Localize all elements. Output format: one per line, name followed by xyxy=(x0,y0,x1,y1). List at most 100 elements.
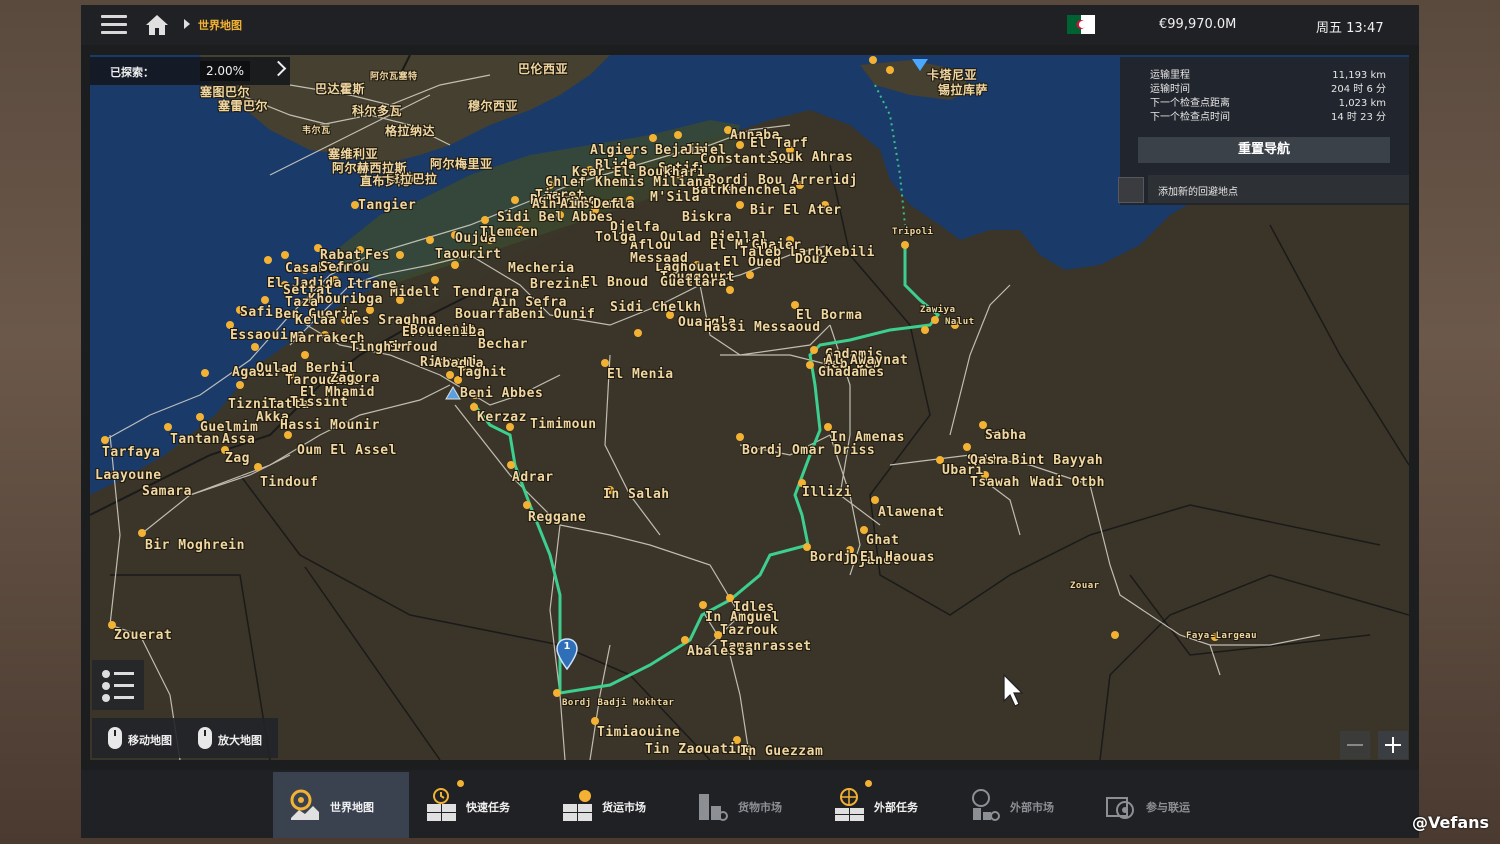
game-clock: 周五 13:47 xyxy=(1316,21,1384,36)
menu-icon[interactable] xyxy=(101,15,127,35)
move-map-hint: 移动地图 xyxy=(128,734,172,747)
city-label: Khenchela xyxy=(722,183,797,198)
city-label: Messaad xyxy=(630,251,689,266)
tab-label: 外部任务 xyxy=(874,801,918,814)
city-label: Khemis Miliana xyxy=(595,175,712,190)
city-label: Algiers xyxy=(590,143,649,158)
map-legend-button[interactable] xyxy=(92,660,144,710)
zoom-out-button[interactable] xyxy=(1340,731,1370,759)
city-label: Timimoun xyxy=(530,417,597,432)
tab-external-jobs[interactable]: 外部任务 xyxy=(817,772,953,838)
city-label: 巴达霍斯 xyxy=(315,82,366,96)
route-time-label: 运输时间 xyxy=(1150,84,1190,95)
explored-panel: 已探索： 2.00% xyxy=(90,57,290,85)
explored-label: 已探索： xyxy=(110,66,154,79)
tab-label: 世界地图 xyxy=(330,801,374,814)
tab-label: 货运市场 xyxy=(602,801,646,814)
city-label: Ghat xyxy=(866,533,900,548)
tab-freight-market[interactable]: 货运市场 xyxy=(545,772,681,838)
city-label: Itrane xyxy=(347,277,397,292)
city-label: Wadi Otbh xyxy=(1030,475,1105,490)
city-label: Taza xyxy=(285,295,319,310)
top-bar: 世界地图 €99,970.0M 周五 13:47 xyxy=(81,5,1419,45)
city-label: Sefrou xyxy=(320,260,370,275)
route-time-value: 204 时 6 分 xyxy=(1331,84,1386,95)
city-label: Tinghir xyxy=(350,340,409,355)
cargo-market-icon xyxy=(699,794,728,821)
city-label: Kebili xyxy=(825,245,875,260)
city-label: Tantan xyxy=(170,432,220,447)
city-label: Adrar xyxy=(512,470,554,485)
convoy-icon xyxy=(1106,797,1134,819)
freight-market-icon xyxy=(563,790,592,821)
city-label: Taghit xyxy=(457,365,507,380)
add-avoid-checkbox[interactable] xyxy=(1118,177,1144,203)
tab-convoy[interactable]: 参与联运 xyxy=(1089,772,1225,838)
next-checkpoint-time-value: 14 时 23 分 xyxy=(1331,112,1386,123)
city-label: Tlemcen xyxy=(480,225,539,240)
city-label: Bordj El Haouas xyxy=(810,550,935,565)
city-label: Beni Ounif xyxy=(512,307,596,322)
city-label: Beni Abbes xyxy=(460,386,544,401)
list-icon xyxy=(102,670,134,702)
add-avoid-label: 添加新的回避地点 xyxy=(1158,187,1238,198)
city-label: 阿尔赫西拉斯 xyxy=(332,161,408,175)
city-label: 阿尔瓦塞特 xyxy=(370,72,418,82)
city-label: 锡拉库萨 xyxy=(938,83,989,97)
route-distance-row: 运输里程 11,193 km xyxy=(1150,69,1386,83)
city-label: Tangier xyxy=(358,198,417,213)
city-label: Bordj Omar Driss xyxy=(742,443,876,458)
home-icon[interactable] xyxy=(145,14,169,36)
city-label: Laayoune xyxy=(95,468,162,483)
city-label: Ain Defla xyxy=(560,197,635,212)
city-label: Reggane xyxy=(528,510,587,525)
mouse-drag-icon xyxy=(108,727,122,749)
city-label: Brezina xyxy=(530,277,589,292)
city-label: Guettara xyxy=(660,275,727,290)
city-label: 科尔多瓦 xyxy=(352,104,403,118)
notification-dot xyxy=(457,780,464,787)
tab-quick-job[interactable]: 快速任务 xyxy=(409,772,545,838)
breadcrumb-chevron-icon xyxy=(184,19,190,29)
mouse-scroll-icon xyxy=(198,727,212,749)
zoom-in-button[interactable] xyxy=(1378,731,1408,759)
city-label: 巴伦西亚 xyxy=(518,62,569,76)
add-avoid-row[interactable]: 添加新的回避地点 xyxy=(1148,175,1409,203)
city-label: 塞雷巴尔 xyxy=(218,99,269,113)
city-label: Sabha xyxy=(985,428,1027,443)
city-label: Douz xyxy=(795,252,829,267)
city-label: Tarfaya xyxy=(102,445,161,460)
city-label: Bir El Ater xyxy=(750,203,842,218)
chevron-right-icon[interactable] xyxy=(270,60,287,77)
mouse-cursor-icon xyxy=(1003,673,1024,707)
city-label: Khouribga xyxy=(308,292,383,307)
city-label: Tindouf xyxy=(260,475,319,490)
city-label: Sidi Bel Abbes xyxy=(497,210,614,225)
next-checkpoint-distance-row: 下一个检查点距离 1,023 km xyxy=(1150,97,1386,111)
tab-world-map[interactable]: 世界地图 xyxy=(273,772,409,838)
city-label: Assa xyxy=(222,432,256,447)
city-label: Taourirt xyxy=(435,247,502,262)
algeria-flag-icon xyxy=(1067,15,1095,34)
city-label: Midelt xyxy=(390,285,440,300)
city-label: 阿尔梅里亚 xyxy=(430,157,493,171)
city-label: El Bnoud xyxy=(582,275,649,290)
reset-navigation-button[interactable]: 重置导航 xyxy=(1138,137,1390,163)
city-label: El Mhamid xyxy=(300,385,375,400)
city-label: In Guezzam xyxy=(740,744,824,759)
next-checkpoint-time-row: 下一个检查点时间 14 时 23 分 xyxy=(1150,111,1386,125)
city-label: Bir Moghrein xyxy=(145,538,245,553)
tab-label: 外部市场 xyxy=(1010,801,1054,814)
city-label: Zouerat xyxy=(114,628,173,643)
tab-external-market[interactable]: 外部市场 xyxy=(953,772,1089,838)
tab-cargo-market[interactable]: 货物市场 xyxy=(681,772,817,838)
next-checkpoint-distance-label: 下一个检查点距离 xyxy=(1150,98,1230,109)
route-checkpoint-number: 1 xyxy=(563,641,571,652)
city-label: Qasr Bint Bayyah xyxy=(970,453,1104,468)
breadcrumb[interactable]: 世界地图 xyxy=(198,17,242,33)
city-label: Zouar xyxy=(1070,581,1100,591)
quick-job-icon xyxy=(427,788,456,821)
city-label: Tazrouk xyxy=(720,623,779,638)
notification-dot xyxy=(865,780,872,787)
tab-label: 货物市场 xyxy=(738,801,782,814)
